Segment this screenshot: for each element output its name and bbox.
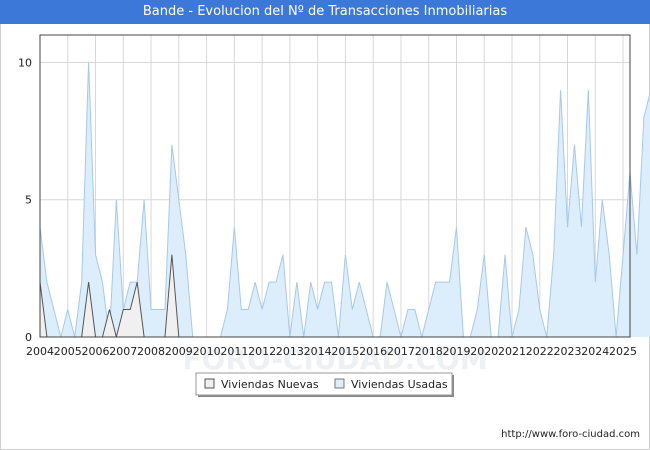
x-tick-label: 2009 [165, 345, 193, 358]
x-tick-label: 2008 [137, 345, 165, 358]
x-tick-label: 2014 [304, 345, 332, 358]
x-tick-label: 2023 [554, 345, 582, 358]
x-tick-label: 2004 [26, 345, 54, 358]
legend-swatch-viviendas-usadas [334, 378, 345, 389]
x-tick-label: 2017 [387, 345, 415, 358]
chart-svg: FORO-CIUDAD.COM 0510 2004 2005 2006 2007 200… [18, 34, 650, 397]
x-tick-label: 2005 [54, 345, 82, 358]
x-tick-label: 2016 [359, 345, 387, 358]
x-tick-label: 2018 [415, 345, 443, 358]
x-tick-label: 2021 [498, 345, 526, 358]
legend-swatch-viviendas-nuevas [204, 378, 215, 389]
x-tick-label: 2010 [193, 345, 221, 358]
footer-url: http://www.foro-ciudad.com [501, 429, 640, 440]
chart-title: Bande - Evolucion del Nº de Transaccione… [0, 0, 650, 24]
x-tick-label: 2006 [82, 345, 110, 358]
y-tick-label: 5 [25, 194, 32, 207]
x-tick-label: 2015 [331, 345, 359, 358]
x-tick-label: 2020 [470, 345, 498, 358]
x-axis-ticks: 2004 2005 2006 2007 2008 2009 2010 2011 2012 2013… [26, 345, 637, 358]
x-tick-label: 2011 [220, 345, 248, 358]
x-tick-label: 2013 [276, 345, 304, 358]
x-tick-label: 2019 [442, 345, 470, 358]
x-tick-label: 2007 [109, 345, 137, 358]
legend-label-viviendas-usadas: Viviendas Usadas [351, 378, 448, 391]
x-tick-label: 2024 [581, 345, 609, 358]
x-tick-label: 2022 [526, 345, 554, 358]
x-tick-label: 2025 [609, 345, 637, 358]
x-tick-label: 2012 [248, 345, 276, 358]
y-tick-label: 0 [25, 331, 32, 344]
y-tick-label: 10 [18, 56, 32, 69]
legend-label-viviendas-nuevas: Viviendas Nuevas [221, 378, 319, 391]
y-axis-ticks: 0 5 10 [18, 56, 32, 344]
legend: Viviendas Nuevas Viviendas Usadas [195, 372, 454, 397]
